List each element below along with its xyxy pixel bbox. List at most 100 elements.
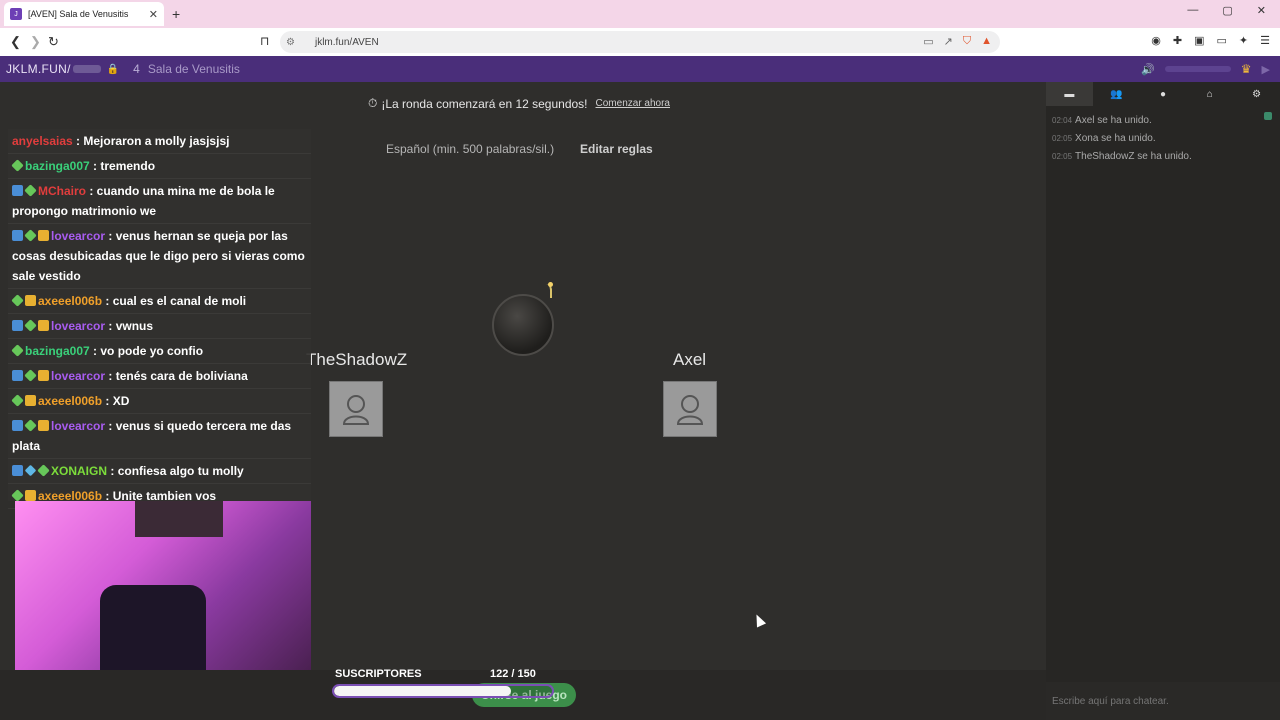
tab-title: [AVEN] Sala de Venusitis: [28, 9, 129, 19]
sidebar-tab-settings-icon[interactable]: ⚙: [1233, 82, 1280, 106]
chat-message: axeeel006b : cual es el canal de moli: [8, 289, 311, 314]
timer-icon: ⏱: [368, 96, 378, 110]
log-time: 02:05: [1052, 134, 1073, 143]
chat-message: XONAIGN : confiesa algo tu molly: [8, 459, 311, 484]
chat-text: XD: [112, 394, 130, 408]
volume-icon[interactable]: 🔊: [1141, 63, 1155, 76]
chat-message: lovearcor : vwnus: [8, 314, 311, 339]
sub-badge-icon: [11, 294, 24, 307]
sub-badge-icon: [24, 369, 37, 382]
log-entry: 02:04 Axel se ha unido.: [1052, 112, 1192, 130]
log-text: Axel se ha unido.: [1075, 115, 1152, 126]
play-icon[interactable]: ▶: [1262, 63, 1270, 76]
brave-shield-icon[interactable]: ⛉: [963, 35, 971, 48]
chat-message: bazinga007 : tremendo: [8, 154, 311, 179]
chat-username: bazinga007: [25, 159, 90, 173]
browser-tab-bar: J [AVEN] Sala de Venusitis ✕ + — ▢ ✕: [0, 0, 1280, 28]
start-now-link[interactable]: Comenzar ahora: [596, 98, 670, 109]
puzzle-icon[interactable]: ✚: [1173, 34, 1182, 47]
chat-message: bazinga007 : vo pode yo confio: [8, 339, 311, 364]
sub-badge-icon: [11, 344, 24, 357]
leo-icon[interactable]: ✦: [1239, 34, 1248, 47]
subs-goal-bar: [332, 684, 554, 698]
event-log: 02:04 Axel se ha unido. 02:05 Xona se ha un…: [1052, 112, 1192, 166]
subs-goal-fill: [334, 686, 512, 696]
bookmark-icon[interactable]: ⊓: [260, 34, 269, 48]
sidebar-tab-chat-icon[interactable]: ▬: [1046, 82, 1093, 106]
log-time: 02:05: [1052, 152, 1073, 161]
chat-icon: ▬: [1064, 88, 1075, 100]
chat-input[interactable]: [1046, 682, 1280, 720]
player-avatar-left: [329, 381, 383, 437]
mod-badge-icon: [12, 320, 23, 331]
chat-message: anyelsaias : Mejoraron a molly jasjsjsj: [8, 129, 311, 154]
chat-message: lovearcor : venus hernan se queja por la…: [8, 224, 311, 289]
edit-rules-button[interactable]: Editar reglas: [580, 142, 653, 156]
chat-username: axeeel006b: [38, 394, 103, 408]
wallet-icon[interactable]: ▭: [1217, 34, 1227, 47]
extension-icons: ◉ ✚ ▣ ▭ ✦ ☰: [1151, 34, 1270, 47]
url-field[interactable]: ⊓ ⚙ jklm.fun/AVEN ▭ ↗ ⛉ ▲: [260, 31, 1000, 53]
extension-icon[interactable]: ◉: [1151, 34, 1161, 47]
bomb-icon: ●: [1159, 88, 1167, 100]
share-icon[interactable]: ↗: [944, 35, 953, 48]
sub-badge-icon: [11, 159, 24, 172]
right-sidebar: ▬ 👥 ● ⌂ ⚙ 02:04 Axel se ha unido. 02:05 Xona se…: [1046, 82, 1280, 720]
chat-message: axeeel006b : XD: [8, 389, 311, 414]
reload-icon[interactable]: ↻: [48, 34, 59, 50]
vip-badge-icon: [25, 295, 36, 306]
site-name[interactable]: JKLM.FUN/: [6, 62, 71, 76]
mod-badge-icon: [12, 370, 23, 381]
players-icon: 👥: [1109, 88, 1123, 100]
volume-slider[interactable]: [1164, 66, 1231, 72]
header-controls: 🔊 ♛ ▶: [1141, 62, 1270, 76]
vip-badge-icon: [25, 490, 36, 501]
chat-username: anyelsaias: [12, 134, 73, 148]
person-icon: [342, 395, 370, 425]
player-avatar-right: [663, 381, 717, 437]
browser-tab[interactable]: J [AVEN] Sala de Venusitis ✕: [4, 2, 164, 26]
player-name-left: TheShadowZ: [306, 350, 408, 369]
mod-badge-icon: [12, 230, 23, 241]
wall-frame: [135, 501, 223, 537]
sidebar-tab-players-icon[interactable]: 👥: [1093, 82, 1140, 106]
subs-goal-label: SUSCRIPTORES: [335, 668, 422, 680]
site-info-icon[interactable]: ⚙: [286, 37, 295, 48]
back-arrow-icon[interactable]: ❮: [10, 34, 21, 50]
close-window-button[interactable]: ✕: [1257, 4, 1266, 17]
window-controls: — ▢ ✕: [1187, 4, 1280, 17]
vip-badge-icon: [38, 420, 49, 431]
sub-badge-icon: [24, 229, 37, 242]
chat-message: lovearcor : tenés cara de boliviana: [8, 364, 311, 389]
forward-arrow-icon[interactable]: ❯: [30, 34, 41, 50]
minimize-button[interactable]: —: [1187, 4, 1198, 17]
round-countdown: ¡La ronda comenzará en 12 segundos!: [381, 96, 588, 111]
vip-badge-icon: [38, 320, 49, 331]
stream-chat-overlay: anyelsaias : Mejoraron a molly jasjsjsj b…: [8, 129, 311, 509]
vip-badge-icon: [38, 370, 49, 381]
log-entry: 02:05 Xona se ha unido.: [1052, 130, 1192, 148]
subs-goal-count: 122 / 150: [490, 668, 536, 680]
sub-badge-icon: [11, 394, 24, 407]
menu-icon[interactable]: ☰: [1260, 34, 1270, 47]
maximize-button[interactable]: ▢: [1222, 4, 1232, 17]
sidebar-tab-home-icon[interactable]: ⌂: [1186, 82, 1233, 106]
site-favicon-icon: J: [10, 8, 22, 20]
chat-username: XONAIGN: [51, 464, 108, 478]
room-name: Sala de Venusitis: [147, 62, 240, 76]
close-tab-icon[interactable]: ✕: [149, 8, 158, 21]
chat-username: axeeel006b: [38, 294, 103, 308]
sub-badge-icon: [37, 464, 50, 477]
sidebar-tab-bomb-icon[interactable]: ●: [1140, 82, 1187, 106]
new-tab-button[interactable]: +: [172, 6, 180, 22]
chat-text: Mejoraron a molly jasjsjsj: [83, 134, 230, 148]
brave-rewards-icon[interactable]: ▲: [981, 35, 992, 48]
chat-text: tenés cara de boliviana: [115, 369, 248, 383]
cast-icon[interactable]: ▭: [923, 35, 933, 48]
lock-icon: 🔒: [106, 63, 120, 75]
gem-badge-icon: [24, 464, 37, 477]
crown-icon[interactable]: ♛: [1241, 62, 1252, 76]
screenshot-icon[interactable]: ▣: [1194, 34, 1204, 47]
sub-badge-icon: [24, 319, 37, 332]
chat-message: MChairo : cuando una mina me de bola le …: [8, 179, 311, 224]
